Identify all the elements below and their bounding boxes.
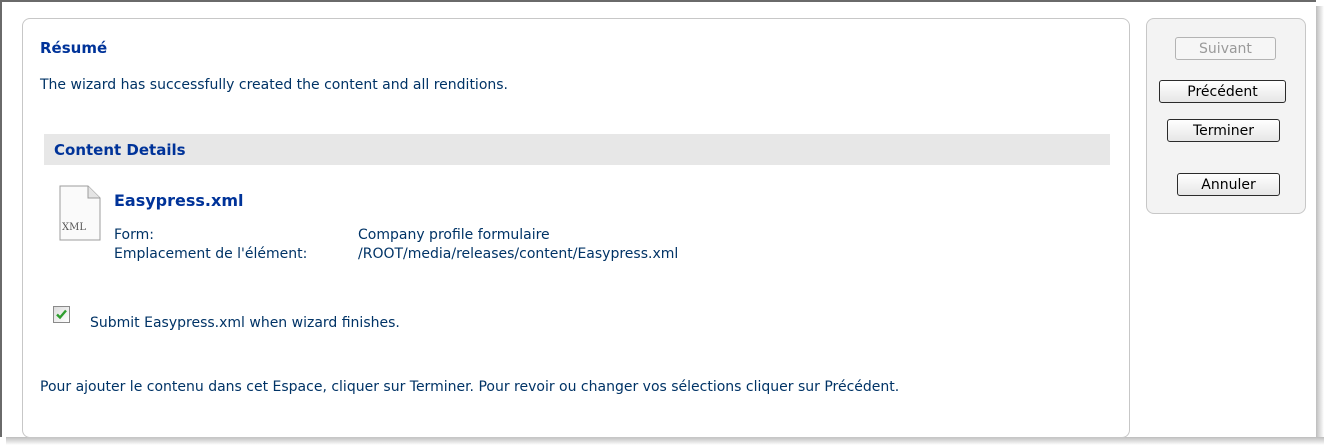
xml-icon-text: XML (62, 222, 86, 233)
file-name: Easypress.xml (114, 191, 244, 210)
submit-checkbox-label[interactable]: Submit Easypress.xml when wizard finishe… (90, 315, 400, 331)
form-value: Company profile formulaire (358, 227, 550, 243)
window-shadow-right (1316, 6, 1324, 445)
content-details-header: Content Details (44, 134, 1110, 165)
location-value: /ROOT/media/releases/content/Easypress.x… (358, 246, 679, 262)
content-details-title: Content Details (54, 141, 186, 159)
next-button[interactable]: Suivant (1175, 37, 1276, 60)
submit-checkbox[interactable] (53, 306, 70, 323)
previous-button[interactable]: Précédent (1159, 80, 1286, 103)
xml-file-icon: XML (58, 185, 102, 241)
summary-intro: The wizard has successfully created the … (40, 77, 509, 93)
checkmark-icon (56, 309, 67, 320)
finish-button[interactable]: Terminer (1167, 119, 1280, 142)
footer-instructions: Pour ajouter le contenu dans cet Espace,… (40, 379, 900, 395)
form-label: Form: (114, 227, 154, 243)
cancel-button[interactable]: Annuler (1177, 173, 1280, 196)
summary-title: Résumé (40, 39, 108, 57)
location-label: Emplacement de l'élément: (114, 246, 308, 262)
window-shadow-bottom (6, 437, 1324, 445)
